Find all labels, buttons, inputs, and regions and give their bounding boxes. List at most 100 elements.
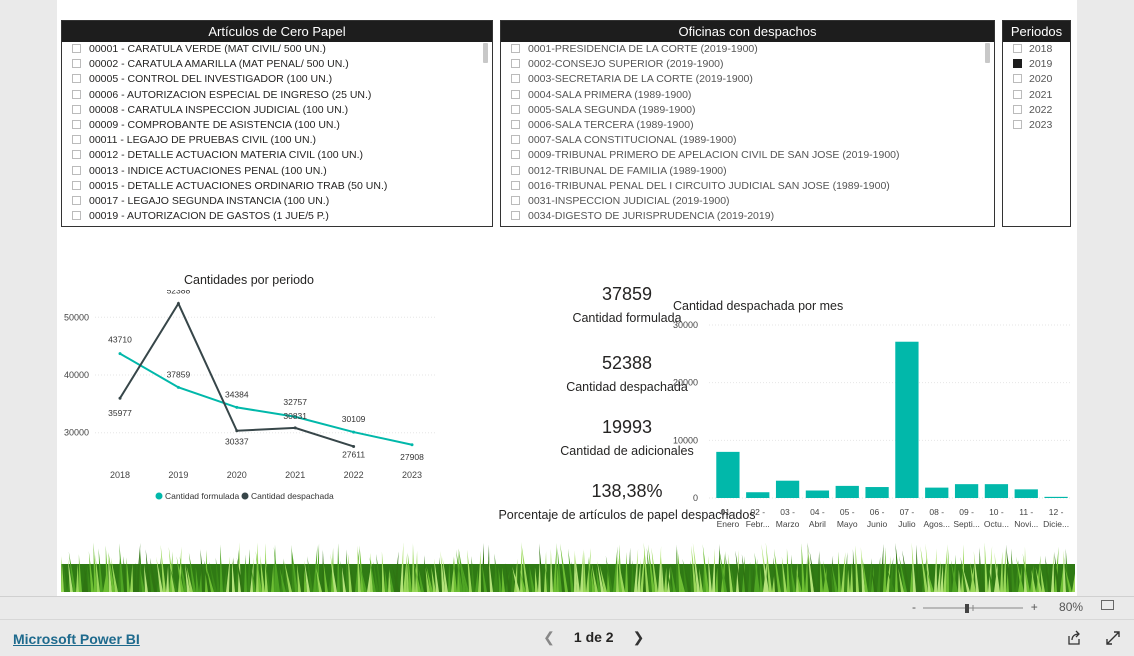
slicer-item[interactable]: 0002-CONSEJO SUPERIOR (2019-1900) — [501, 57, 994, 72]
bar — [805, 490, 830, 498]
slicer-item[interactable]: 00005 - CONTROL DEL INVESTIGADOR (100 UN… — [62, 72, 492, 87]
slicer-item[interactable]: 0034-DIGESTO DE JURISPRUDENCIA (2019-201… — [501, 209, 994, 224]
checkbox-icon[interactable] — [511, 104, 520, 114]
slicer-oficinas-scrollbar[interactable] — [985, 43, 990, 63]
checkbox-icon[interactable] — [1013, 59, 1022, 69]
slicer-item[interactable]: 00017 - LEGAJO SEGUNDA INSTANCIA (100 UN… — [62, 194, 492, 209]
slicer-item[interactable]: 0009-TRIBUNAL PRIMERO DE APELACION CIVIL… — [501, 148, 994, 163]
checkbox-icon[interactable] — [72, 59, 81, 69]
next-page-icon[interactable]: ❯ — [629, 629, 647, 646]
checkbox-icon[interactable] — [72, 211, 81, 221]
checkbox-icon[interactable] — [72, 165, 81, 175]
slicer-item-label: 0001-PRESIDENCIA DE LA CORTE (2019-1900) — [528, 43, 758, 55]
previous-page-icon[interactable]: ❮ — [540, 629, 558, 646]
checkbox-icon[interactable] — [72, 195, 81, 205]
checkbox-icon[interactable] — [72, 89, 81, 99]
slicer-item[interactable]: 2020 — [1003, 72, 1070, 87]
bar — [716, 451, 740, 498]
checkbox-icon[interactable] — [511, 59, 520, 69]
zoom-slider[interactable] — [921, 603, 1025, 613]
zoom-out-button[interactable]: - — [912, 600, 916, 614]
slicer-item[interactable]: 2019 — [1003, 57, 1070, 72]
x-tick-label: Septi... — [953, 519, 979, 529]
fit-to-page-icon[interactable] — [1101, 600, 1114, 610]
checkbox-icon[interactable] — [72, 180, 81, 190]
data-label: 27611 — [342, 449, 365, 459]
slicer-item[interactable]: 2018 — [1003, 42, 1070, 57]
slicer-item[interactable]: 00006 - AUTORIZACION ESPECIAL DE INGRESO… — [62, 88, 492, 103]
slicer-item[interactable]: 0003-SECRETARIA DE LA CORTE (2019-1900) — [501, 72, 994, 87]
checkbox-icon[interactable] — [1013, 89, 1022, 99]
x-tick-label: Julio — [898, 519, 916, 529]
data-point — [293, 426, 297, 430]
slicer-item[interactable]: 0005-SALA SEGUNDA (1989-1900) — [501, 103, 994, 118]
slicer-item[interactable]: 00015 - DETALLE ACTUACIONES ORDINARIO TR… — [62, 179, 492, 194]
slicer-item[interactable]: 00012 - DETALLE ACTUACION MATERIA CIVIL … — [62, 148, 492, 163]
legend-label: Cantidad formulada — [165, 491, 239, 501]
slicer-item[interactable]: 0016-TRIBUNAL PENAL DEL I CIRCUITO JUDIC… — [501, 179, 994, 194]
slicer-item[interactable]: 0007-SALA CONSTITUCIONAL (1989-1900) — [501, 133, 994, 148]
data-point — [410, 443, 414, 447]
slicer-item[interactable]: 00001 - CARATULA VERDE (MAT CIVIL/ 500 U… — [62, 42, 492, 57]
x-tick-label: 2018 — [110, 470, 130, 480]
legend-label: Cantidad despachada — [251, 491, 334, 501]
slicer-item-label: 2023 — [1029, 118, 1053, 131]
bar — [835, 485, 859, 498]
slicer-item[interactable]: 00009 - COMPROBANTE DE ASISTENCIA (100 U… — [62, 118, 492, 133]
slicer-articulos-scrollbar[interactable] — [483, 43, 488, 63]
slicer-item[interactable]: 0001-PRESIDENCIA DE LA CORTE (2019-1900) — [501, 42, 994, 57]
data-point — [352, 430, 356, 434]
checkbox-icon[interactable] — [72, 119, 81, 129]
slicer-item[interactable]: 2023 — [1003, 118, 1070, 133]
slicer-item[interactable]: 2021 — [1003, 88, 1070, 103]
checkbox-icon[interactable] — [1013, 119, 1022, 129]
checkbox-icon[interactable] — [511, 74, 520, 84]
checkbox-icon[interactable] — [511, 180, 520, 190]
data-label: 30831 — [283, 411, 307, 421]
checkbox-icon[interactable] — [72, 44, 81, 53]
zoom-in-button[interactable]: + — [1031, 600, 1038, 614]
checkbox-icon[interactable] — [511, 135, 520, 145]
checkbox-icon[interactable] — [1013, 74, 1022, 84]
bar — [1044, 496, 1068, 498]
checkbox-icon[interactable] — [511, 44, 520, 53]
slicer-oficinas-title: Oficinas con despachos — [501, 21, 994, 42]
slicer-item[interactable]: 0012-TRIBUNAL DE FAMILIA (1989-1900) — [501, 164, 994, 179]
slicer-item[interactable]: 00008 - CARATULA INSPECCION JUDICIAL (10… — [62, 103, 492, 118]
checkbox-icon[interactable] — [72, 104, 81, 114]
x-tick-label: Enero — [717, 519, 740, 529]
slicer-item[interactable]: 0004-SALA PRIMERA (1989-1900) — [501, 88, 994, 103]
share-icon[interactable] — [1066, 630, 1082, 646]
slicer-item[interactable]: 00013 - INDICE ACTUACIONES PENAL (100 UN… — [62, 164, 492, 179]
checkbox-icon[interactable] — [511, 119, 520, 129]
slicer-item[interactable]: 00019 - AUTORIZACION DE GASTOS (1 JUE/5 … — [62, 209, 492, 224]
checkbox-icon[interactable] — [511, 165, 520, 175]
checkbox-icon[interactable] — [1013, 104, 1022, 114]
checkbox-icon[interactable] — [511, 89, 520, 99]
data-label: 43710 — [108, 335, 132, 345]
slicer-item[interactable]: 0006-SALA TERCERA (1989-1900) — [501, 118, 994, 133]
x-tick-label: Marzo — [776, 519, 800, 529]
slicer-item-label: 00017 - LEGAJO SEGUNDA INSTANCIA (100 UN… — [89, 194, 330, 207]
bar-chart: 30000 20000 10000 0 01 - Enero 02 - Febr... 03 -… — [673, 320, 1071, 529]
footer-bar: Microsoft Power BI ❮ 1 de 2 ❯ — [0, 619, 1134, 656]
checkbox-icon[interactable] — [72, 74, 81, 84]
x-tick-label: Abril — [809, 519, 826, 529]
checkbox-icon[interactable] — [511, 211, 520, 221]
slicer-item-label: 00005 - CONTROL DEL INVESTIGADOR (100 UN… — [89, 73, 333, 86]
checkbox-icon[interactable] — [72, 135, 81, 145]
slicer-item[interactable]: 00011 - LEGAJO DE PRUEBAS CIVIL (100 UN.… — [62, 133, 492, 148]
x-tick-label: 12 - — [1049, 507, 1064, 517]
slicer-item[interactable]: 0031-INSPECCION JUDICIAL (2019-1900) — [501, 194, 994, 209]
checkbox-icon[interactable] — [511, 195, 520, 205]
power-bi-link[interactable]: Microsoft Power BI — [13, 631, 140, 647]
bar — [865, 487, 889, 498]
checkbox-icon[interactable] — [1013, 44, 1022, 53]
slicer-item[interactable]: 2022 — [1003, 103, 1070, 118]
slicer-item[interactable]: 00002 - CARATULA AMARILLA (MAT PENAL/ 50… — [62, 57, 492, 72]
bar — [746, 492, 770, 498]
fullscreen-icon[interactable] — [1105, 630, 1121, 646]
checkbox-icon[interactable] — [511, 150, 520, 160]
checkbox-icon[interactable] — [72, 150, 81, 160]
slicer-item-label: 0004-SALA PRIMERA (1989-1900) — [528, 88, 692, 101]
